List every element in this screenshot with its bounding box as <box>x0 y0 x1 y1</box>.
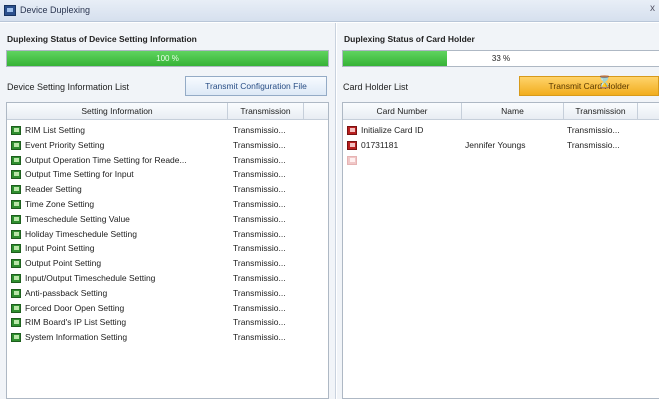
setting-name-cell: Timeschedule Setting Value <box>25 213 130 224</box>
window-title: Device Duplexing <box>20 5 91 15</box>
device-setting-table: Setting Information Transmission RIM Lis… <box>6 102 329 399</box>
table-row[interactable]: System Information Setting Transmissio... <box>7 330 328 344</box>
card-progress-text: 33 % <box>491 54 511 63</box>
table-row[interactable]: Time Zone Setting Transmissio... <box>7 197 328 211</box>
table-row[interactable]: Forced Door Open Setting Transmissio... <box>7 301 328 315</box>
transmission-cell: Transmissio... <box>233 213 286 224</box>
close-icon[interactable]: x <box>650 3 655 14</box>
device-progress-text: 100 % <box>156 54 179 63</box>
transmission-cell: Transmissio... <box>233 139 286 150</box>
transmission-cell: Transmissio... <box>233 258 286 269</box>
setting-name-cell: Input Point Setting <box>25 243 95 254</box>
card-number-cell: Initialize Card ID <box>361 125 424 135</box>
table-row[interactable]: Initialize Card ID Transmissio... <box>343 123 659 137</box>
card-holder-icon <box>347 126 357 135</box>
setting-item-icon <box>11 155 21 165</box>
transmit-card-holder-button[interactable]: Transmit Card Holder ⌛ <box>519 75 659 96</box>
setting-item-icon <box>11 333 21 343</box>
app-icon <box>4 5 16 16</box>
table-row[interactable]: Holiday Timeschedule Setting Transmissio.… <box>7 227 328 241</box>
setting-name-cell: System Information Setting <box>25 332 128 343</box>
setting-name-cell: Time Zone Setting <box>25 199 95 209</box>
setting-item-icon <box>11 274 21 283</box>
table-row[interactable]: Input Point Setting Transmissio... <box>7 241 328 255</box>
card-holder-table: Card Number Name Transmission Initialize… <box>342 102 659 399</box>
transmission-cell: Transmissio... <box>233 125 286 135</box>
setting-item-icon <box>11 229 21 239</box>
column-header-setting-information[interactable]: Setting Information <box>7 103 228 120</box>
transmission-cell: Transmissio... <box>233 287 286 298</box>
device-list-label: Device Setting Information List <box>7 82 130 92</box>
card-list-label: Card Holder List <box>343 82 409 92</box>
setting-item-icon <box>11 244 21 254</box>
card-holder-icon <box>347 156 357 165</box>
card-table-header: Card Number Name Transmission <box>343 103 659 120</box>
setting-item-icon <box>11 214 21 224</box>
card-status-heading: Duplexing Status of Card Holder <box>344 34 475 44</box>
setting-name-cell: Output Time Setting for Input <box>25 169 134 180</box>
transmission-cell: Transmissio... <box>233 243 286 254</box>
transmission-cell: Transmissio... <box>233 273 286 283</box>
card-holder-icon <box>347 141 357 150</box>
transmission-cell: Transmissio... <box>567 140 620 150</box>
setting-item-icon <box>11 170 21 180</box>
transmission-cell: Transmissio... <box>567 125 620 135</box>
setting-name-cell: Output Point Setting <box>25 258 102 269</box>
table-row[interactable]: Output Time Setting for Input Transmissio… <box>7 167 328 181</box>
card-number-cell: 01731181 <box>361 140 399 150</box>
table-row[interactable]: Output Point Setting Transmissio... <box>7 256 328 270</box>
table-row[interactable]: Input/Output Timeschedule Setting Transmi… <box>7 271 328 285</box>
device-status-heading: Duplexing Status of Device Setting Infor… <box>7 34 197 44</box>
setting-name-cell: Output Operation Time Setting for Reade.… <box>25 154 187 165</box>
table-row[interactable]: 01731181 Jennifer Youngs Transmissio... <box>343 138 659 152</box>
table-row[interactable]: Event Priority Setting Transmissio... <box>7 138 328 152</box>
setting-name-cell: Anti-passback Setting <box>25 287 108 298</box>
transmission-cell: Transmissio... <box>233 332 286 343</box>
transmission-cell: Transmissio... <box>233 317 286 328</box>
transmission-cell: Transmissio... <box>233 154 286 165</box>
table-row[interactable] <box>343 153 659 167</box>
device-setting-panel: Duplexing Status of Device Setting Infor… <box>0 23 336 399</box>
transmit-card-holder-label: Transmit Card Holder <box>548 81 630 91</box>
setting-name-cell: Event Priority Setting <box>25 139 105 150</box>
setting-item-icon <box>11 126 21 135</box>
hourglass-icon: ⌛ <box>597 75 612 89</box>
column-header-transmission[interactable]: Transmission <box>564 103 638 120</box>
setting-name-cell: Input/Output Timeschedule Setting <box>25 273 156 283</box>
title-bar: Device Duplexing x <box>0 0 659 22</box>
transmit-configuration-file-button[interactable]: Transmit Configuration File <box>185 76 327 96</box>
setting-item-icon <box>11 288 21 298</box>
card-holder-name-cell: Jennifer Youngs <box>465 140 526 150</box>
setting-name-cell: Holiday Timeschedule Setting <box>25 228 137 239</box>
column-header-card-number[interactable]: Card Number <box>343 103 462 120</box>
device-progress-bar: 100 % <box>6 50 329 67</box>
table-row[interactable]: RIM Board's IP List Setting Transmissio..… <box>7 315 328 329</box>
transmission-cell: Transmissio... <box>233 302 286 313</box>
setting-name-cell: RIM Board's IP List Setting <box>25 317 127 328</box>
device-table-header: Setting Information Transmission <box>7 103 328 120</box>
table-row[interactable]: Anti-passback Setting Transmissio... <box>7 286 328 300</box>
card-holder-panel: Duplexing Status of Card Holder 33 % Car… <box>337 23 659 399</box>
card-progress-bar: 33 % <box>342 50 659 67</box>
setting-item-icon <box>11 303 21 313</box>
setting-item-icon <box>11 259 21 269</box>
setting-name-cell: Forced Door Open Setting <box>25 302 125 313</box>
column-header-name[interactable]: Name <box>462 103 564 120</box>
table-row[interactable]: Reader Setting Transmissio... <box>7 182 328 196</box>
transmission-cell: Transmissio... <box>233 169 286 180</box>
transmission-cell: Transmissio... <box>233 228 286 239</box>
table-row[interactable]: Timeschedule Setting Value Transmissio... <box>7 212 328 226</box>
setting-item-icon <box>11 318 21 328</box>
setting-item-icon <box>11 185 21 195</box>
table-row[interactable]: Output Operation Time Setting for Reade.… <box>7 153 328 167</box>
setting-name-cell: RIM List Setting <box>25 125 85 135</box>
setting-item-icon <box>11 140 21 150</box>
setting-name-cell: Reader Setting <box>25 184 82 195</box>
setting-item-icon <box>11 200 21 209</box>
transmission-cell: Transmissio... <box>233 199 286 209</box>
column-header-transmission[interactable]: Transmission <box>228 103 304 120</box>
transmission-cell: Transmissio... <box>233 184 286 195</box>
table-row[interactable]: RIM List Setting Transmissio... <box>7 123 328 137</box>
